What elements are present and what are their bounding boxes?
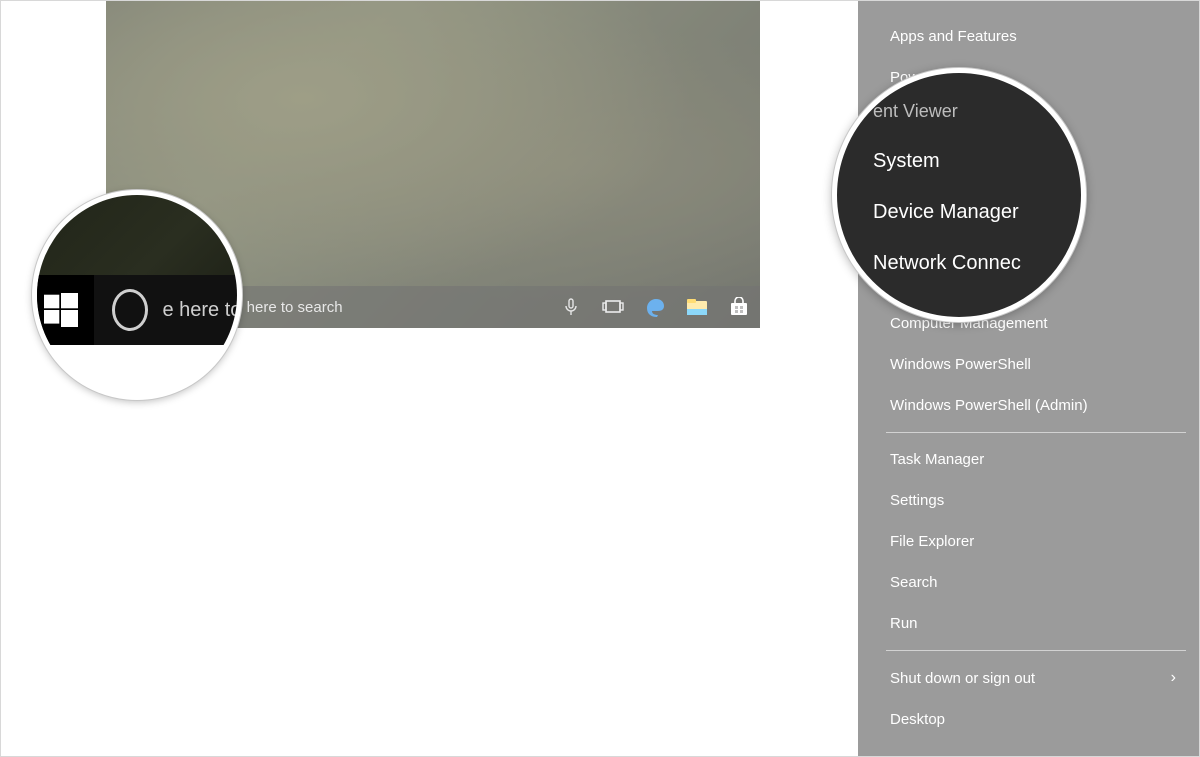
windows-logo-icon <box>44 293 78 327</box>
store-icon[interactable] <box>718 286 760 328</box>
cortana-icon-zoom[interactable] <box>112 289 148 331</box>
mag-item-system[interactable]: System <box>873 136 1081 187</box>
mag-item-network-connections[interactable]: Network Connec <box>873 238 1081 289</box>
menu-settings[interactable]: Settings <box>886 480 1186 521</box>
task-view-icon[interactable] <box>592 286 634 328</box>
menu-separator <box>886 650 1186 651</box>
menu-run[interactable]: Run <box>886 603 1186 644</box>
menu-windows-powershell[interactable]: Windows PowerShell <box>886 344 1186 385</box>
search-placeholder-zoom: e here to search <box>162 299 242 322</box>
file-explorer-icon[interactable] <box>676 286 718 328</box>
menu-windows-powershell-admin[interactable]: Windows PowerShell (Admin) <box>886 385 1186 426</box>
menu-task-manager[interactable]: Task Manager <box>886 439 1186 480</box>
menu-desktop[interactable]: Desktop <box>886 699 1186 740</box>
magnifier-device-manager: ent Viewer System Device Manager Network… <box>832 68 1086 322</box>
menu-shut-down-or-sign-out[interactable]: Shut down or sign out › <box>886 657 1186 699</box>
menu-file-explorer[interactable]: File Explorer <box>886 521 1186 562</box>
menu-apps-and-features[interactable]: Apps and Features <box>886 16 1186 57</box>
edge-browser-icon[interactable] <box>634 286 676 328</box>
microphone-icon[interactable] <box>550 286 592 328</box>
menu-search[interactable]: Search <box>886 562 1186 603</box>
chevron-right-icon: › <box>1171 669 1176 687</box>
menu-separator <box>886 432 1186 433</box>
start-button-zoom[interactable] <box>32 275 94 345</box>
mag-item-event-viewer: ent Viewer <box>873 87 1081 136</box>
magnifier-start-button: e here to search <box>32 190 242 400</box>
mag-item-device-manager[interactable]: Device Manager <box>873 187 1081 238</box>
